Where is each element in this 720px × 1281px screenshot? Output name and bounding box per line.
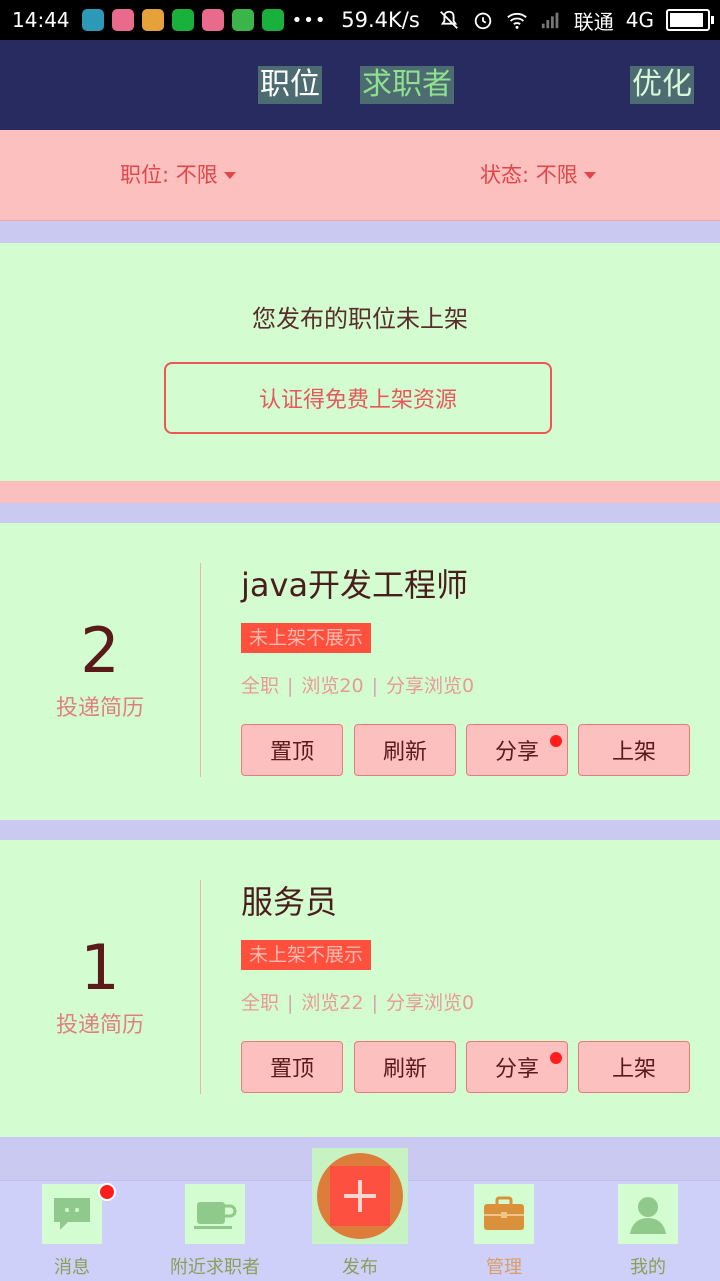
top-header: 职位 求职者 优化: [0, 40, 720, 130]
publish-fab[interactable]: [312, 1148, 408, 1244]
message-icon: [42, 1184, 102, 1244]
job-title[interactable]: java开发工程师: [241, 565, 468, 605]
unread-dot: [98, 1183, 116, 1201]
card-divider: [200, 880, 201, 1094]
share-button[interactable]: 分享: [466, 724, 568, 776]
photo-app-icon-2: [201, 9, 224, 31]
nav-item-messages[interactable]: 消息: [12, 1181, 132, 1281]
coffee-cup-icon: [185, 1184, 245, 1244]
nav-item-manage[interactable]: 管理: [444, 1181, 564, 1281]
briefcase-icon: [474, 1184, 534, 1244]
nav-label-me: 我的: [630, 1257, 666, 1278]
notification-icons: [81, 9, 284, 31]
more-notifications-icon: •••: [291, 9, 327, 31]
job-card[interactable]: 2 投递简历 java开发工程师 未上架不展示 全职 | 浏览20 | 分享浏览0 置顶…: [0, 523, 720, 820]
photo-app-icon: [111, 9, 134, 31]
alarm-icon: [474, 12, 492, 30]
job-type: 全职: [241, 675, 280, 697]
share-button[interactable]: 分享: [466, 1041, 568, 1093]
position-filter-label: 职位: 不限: [120, 163, 218, 187]
resume-count: 2: [80, 614, 120, 687]
status-time: 14:44: [12, 8, 70, 32]
verify-for-free-listing-button[interactable]: 认证得免费上架资源: [164, 362, 552, 434]
share-button-label: 分享: [494, 1057, 539, 1082]
job-meta: 全职 | 浏览22 | 分享浏览0: [241, 992, 475, 1014]
tab-job-seekers[interactable]: 求职者: [360, 66, 454, 104]
view-count: 浏览20: [301, 675, 364, 697]
unlisted-notice: 您发布的职位未上架 认证得免费上架资源: [0, 243, 720, 481]
optimize-button[interactable]: 优化: [630, 66, 694, 104]
person-icon: [618, 1184, 678, 1244]
status-filter[interactable]: 状态: 不限: [480, 159, 596, 189]
job-card[interactable]: 1 投递简历 服务员 未上架不展示 全职 | 浏览22 | 分享浏览0 置顶 刷新 分享…: [0, 840, 720, 1137]
refresh-button[interactable]: 刷新: [354, 724, 456, 776]
carrier-name: 联通: [573, 9, 614, 34]
card-divider: [200, 563, 201, 777]
publish-fab-circle: [317, 1153, 403, 1239]
job-type: 全职: [241, 992, 280, 1014]
nav-label-publish: 发布: [342, 1257, 378, 1278]
filter-bar: 职位: 不限 状态: 不限: [0, 130, 720, 221]
share-view-count: 分享浏览0: [386, 675, 475, 697]
battery-level: [670, 13, 703, 27]
resume-count: 1: [80, 931, 120, 1004]
nav-label-manage: 管理: [486, 1257, 522, 1278]
signal-icon: [541, 12, 559, 29]
share-button-label: 分享: [494, 740, 539, 765]
plus-icon: [330, 1166, 390, 1226]
wifi-icon: [507, 12, 527, 29]
resume-count-label: 投递简历: [55, 696, 144, 721]
network-speed: 59.4K/s: [341, 8, 420, 32]
resume-count-label: 投递简历: [55, 1013, 144, 1038]
mail-icon: [141, 9, 164, 31]
tab-jobs[interactable]: 职位: [258, 66, 322, 104]
pin-top-button[interactable]: 置顶: [241, 724, 343, 776]
position-filter[interactable]: 职位: 不限: [120, 159, 236, 189]
status-badge: 未上架不展示: [241, 940, 372, 970]
view-count: 浏览22: [301, 992, 364, 1014]
nav-label-nearby-seekers: 附近求职者: [170, 1257, 260, 1278]
publish-button[interactable]: 上架: [578, 1041, 690, 1093]
refresh-button[interactable]: 刷新: [354, 1041, 456, 1093]
battery-icon: [666, 9, 714, 31]
status-badge: 未上架不展示: [241, 623, 372, 653]
nav-label-messages: 消息: [54, 1257, 90, 1278]
job-title[interactable]: 服务员: [241, 882, 337, 922]
wechat-icon: [171, 9, 194, 31]
status-filter-label: 状态: 不限: [480, 163, 578, 187]
network-type: 4G: [625, 8, 654, 32]
share-view-count: 分享浏览0: [386, 992, 475, 1014]
silent-icon: [439, 10, 458, 29]
notification-dot: [550, 1052, 562, 1064]
notification-dot: [550, 735, 562, 747]
pin-top-button[interactable]: 置顶: [241, 1041, 343, 1093]
nav-item-me[interactable]: 我的: [588, 1181, 708, 1281]
nav-item-nearby-seekers[interactable]: 附近求职者: [155, 1181, 275, 1281]
notice-text: 您发布的职位未上架: [252, 305, 468, 333]
job-meta: 全职 | 浏览20 | 分享浏览0: [241, 675, 475, 697]
shield-app-icon: [81, 9, 104, 31]
chevron-down-icon: [223, 171, 236, 179]
status-bar: 14:44 ••• 59.4K/s 联通 4G: [0, 0, 720, 40]
publish-button[interactable]: 上架: [578, 724, 690, 776]
section-divider: [0, 481, 720, 503]
chat-bubble-icon: [231, 9, 254, 31]
wechat-icon-2: [261, 9, 284, 31]
chevron-down-icon: [583, 171, 596, 179]
